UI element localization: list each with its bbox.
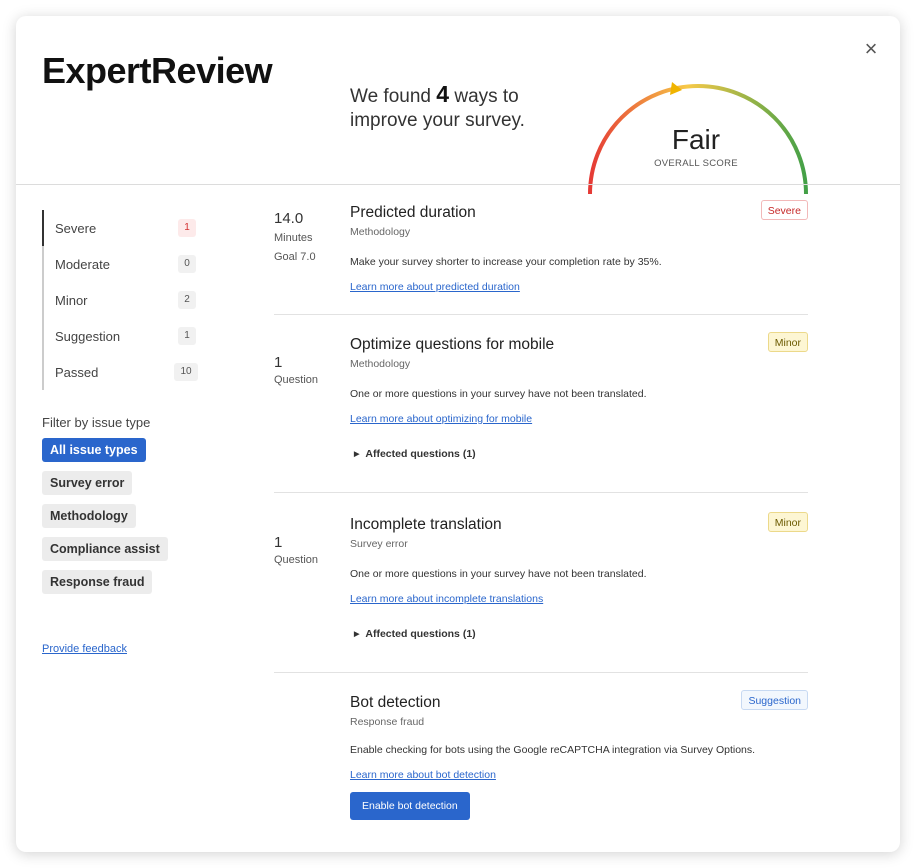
score-label: Fair xyxy=(671,124,721,155)
enable-bot-detection-button[interactable]: Enable bot detection xyxy=(350,792,470,820)
issue-card-bot-detection: Bot detection Response fraud Suggestion … xyxy=(274,690,808,834)
metric-unit: Question xyxy=(274,374,319,386)
severity-count-badge: 1 xyxy=(178,327,196,345)
brand-title: ExpertReview xyxy=(42,50,273,91)
issue-title: Bot detection xyxy=(350,694,441,711)
severity-count-badge: 10 xyxy=(174,363,198,381)
card-divider xyxy=(274,492,808,493)
filter-title: Filter by issue type xyxy=(42,415,151,430)
provide-feedback-link[interactable]: Provide feedback xyxy=(42,643,127,655)
severity-item-moderate[interactable]: Moderate 0 xyxy=(44,246,204,282)
filter-chip-response-fraud[interactable]: Response fraud xyxy=(42,570,153,594)
metric-value: 1 xyxy=(274,354,283,371)
card-divider xyxy=(274,672,808,673)
issue-category: Methodology xyxy=(350,226,411,238)
severity-count-badge: 1 xyxy=(178,219,196,237)
learn-more-link[interactable]: Learn more about incomplete translations xyxy=(350,593,543,605)
severity-badge: Severe xyxy=(760,200,808,220)
issue-category: Survey error xyxy=(350,538,408,550)
issue-card-mobile: 1 Question Optimize questions for mobile… xyxy=(274,332,808,486)
header-divider xyxy=(16,184,900,185)
issue-count: 4 xyxy=(436,81,450,107)
severity-count-badge: 2 xyxy=(178,291,196,309)
affected-questions-toggle[interactable]: ▶ Affected questions (1) xyxy=(354,628,476,640)
issue-title: Predicted duration xyxy=(350,204,476,221)
issue-description: One or more questions in your survey hav… xyxy=(350,568,647,580)
learn-more-link[interactable]: Learn more about optimizing for mobile xyxy=(350,413,532,425)
severity-count-badge: 0 xyxy=(178,255,196,273)
learn-more-link[interactable]: Learn more about bot detection xyxy=(350,769,496,781)
metric-unit: Minutes xyxy=(274,232,313,244)
issue-description: One or more questions in your survey hav… xyxy=(350,388,647,400)
filter-chip-methodology[interactable]: Methodology xyxy=(42,504,136,528)
severity-badge: Minor xyxy=(767,332,808,352)
issue-card-translation: 1 Question Incomplete translation Survey… xyxy=(274,512,808,666)
caret-right-icon: ▶ xyxy=(354,451,360,458)
severity-list: Severe 1 Moderate 0 Minor 2 Suggestion 1… xyxy=(42,210,204,390)
filter-chip-survey-error[interactable]: Survey error xyxy=(42,471,133,495)
close-icon[interactable]: × xyxy=(860,38,882,60)
issue-category: Response fraud xyxy=(350,716,425,728)
issue-category: Methodology xyxy=(350,358,411,370)
issue-description: Make your survey shorter to increase you… xyxy=(350,256,662,268)
caret-right-icon: ▶ xyxy=(354,631,360,638)
severity-item-severe[interactable]: Severe 1 xyxy=(42,210,204,246)
issue-card-predicted-duration: 14.0 Minutes Goal 7.0 Predicted duration… xyxy=(274,200,808,314)
severity-item-passed[interactable]: Passed 10 xyxy=(44,354,204,390)
expert-review-modal: × ExpertReview We found 4 ways to improv… xyxy=(16,16,900,852)
score-caption: OVERALL SCORE xyxy=(654,158,738,169)
summary-text: We found 4 ways to improve your survey. xyxy=(350,81,525,131)
learn-more-link[interactable]: Learn more about predicted duration xyxy=(350,281,520,293)
severity-item-minor[interactable]: Minor 2 xyxy=(44,282,204,318)
severity-item-suggestion[interactable]: Suggestion 1 xyxy=(44,318,204,354)
severity-badge: Suggestion xyxy=(741,690,808,710)
metric-value: 1 xyxy=(274,534,283,551)
metric-unit: Question xyxy=(274,554,319,566)
issue-title: Incomplete translation xyxy=(350,516,502,533)
issue-description: Enable checking for bots using the Googl… xyxy=(350,744,756,756)
affected-questions-toggle[interactable]: ▶ Affected questions (1) xyxy=(354,448,476,460)
filter-chip-compliance-assist[interactable]: Compliance assist xyxy=(42,537,168,561)
filter-chip-all[interactable]: All issue types xyxy=(42,438,146,462)
card-divider xyxy=(274,314,808,315)
severity-badge: Minor xyxy=(767,512,808,532)
metric-value: 14.0 xyxy=(274,210,304,227)
metric-goal: Goal 7.0 xyxy=(274,251,316,263)
issue-title: Optimize questions for mobile xyxy=(350,336,555,353)
